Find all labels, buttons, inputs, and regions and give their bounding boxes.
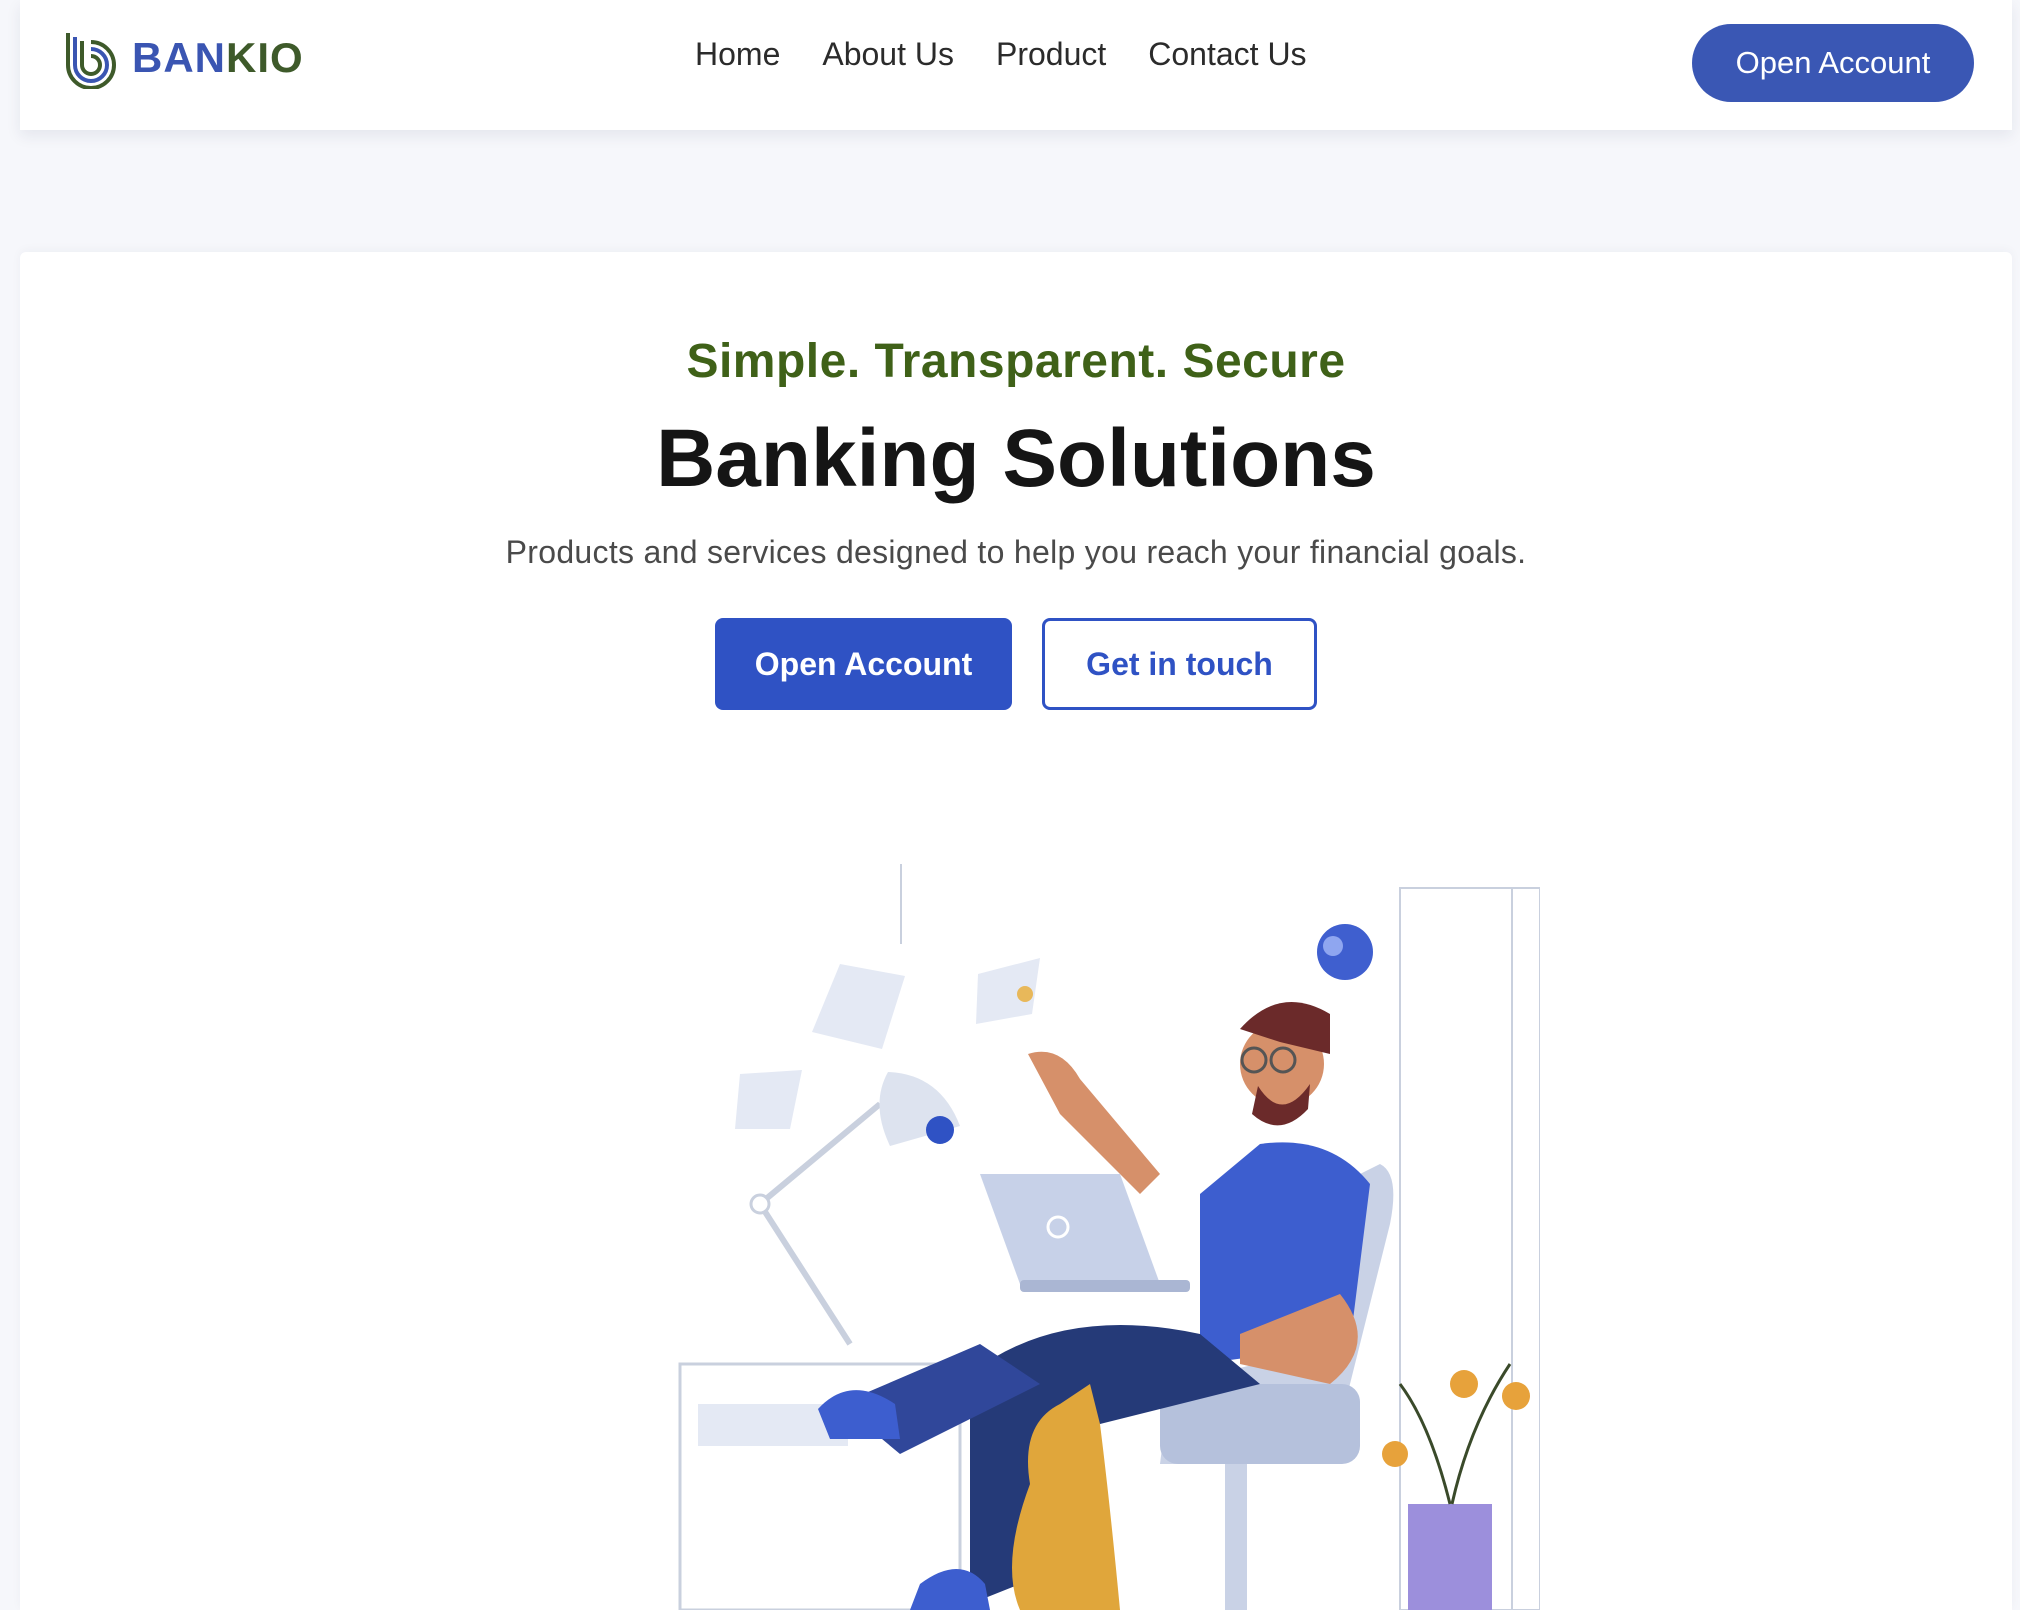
nav-link-about-us[interactable]: About Us	[822, 36, 954, 73]
hero-section: Simple. Transparent. Secure Banking Solu…	[20, 252, 2012, 1610]
hero-tagline: Simple. Transparent. Secure	[686, 335, 1346, 388]
get-in-touch-button[interactable]: Get in touch	[1042, 618, 1317, 710]
main-nav: Home About Us Product Contact Us	[695, 32, 1307, 76]
nav-link-home[interactable]: Home	[695, 36, 780, 73]
bankio-logo-icon	[66, 33, 116, 89]
hero-subtext: Products and services designed to help y…	[505, 534, 1527, 570]
nav-link-contact-us[interactable]: Contact Us	[1148, 36, 1306, 73]
hero-headline: Banking Solutions	[656, 413, 1376, 504]
top-navbar: BANKIO Home About Us Product Contact Us …	[20, 0, 2012, 130]
brand-logo[interactable]: BANKIO	[60, 26, 304, 90]
man-with-laptop-illustration	[678, 864, 1540, 1610]
nav-link-product[interactable]: Product	[996, 36, 1106, 73]
open-account-button[interactable]: Open Account	[715, 618, 1012, 710]
brand-name: BANKIO	[132, 34, 304, 81]
nav-open-account-button[interactable]: Open Account	[1692, 24, 1974, 102]
